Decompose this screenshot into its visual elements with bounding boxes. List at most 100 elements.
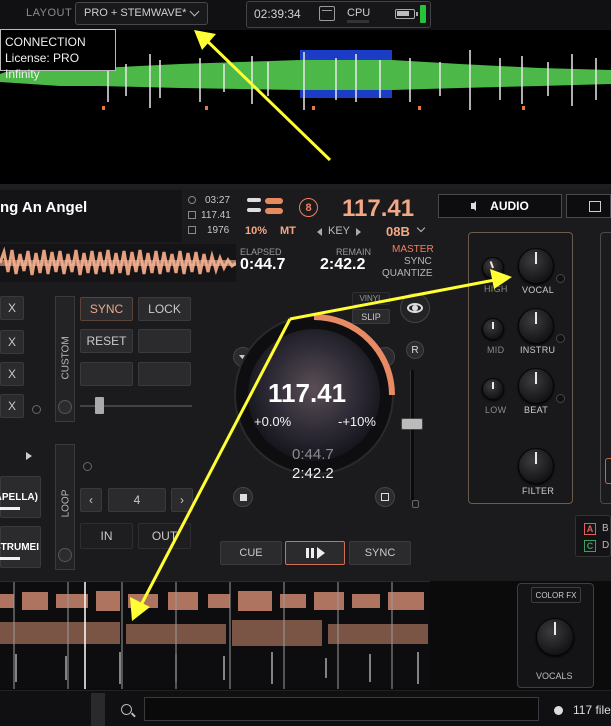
play-arrow-icon[interactable]: [26, 452, 32, 460]
vocal-mute[interactable]: [556, 274, 565, 283]
cue-button[interactable]: CUE: [220, 541, 282, 565]
instru-label: INSTRU: [520, 345, 556, 355]
tab-video[interactable]: [566, 194, 611, 218]
sync-mode-button[interactable]: SYNC: [404, 256, 432, 267]
hotcue-clear-button-1[interactable]: X: [0, 296, 24, 320]
custom-toggle[interactable]: [58, 400, 72, 414]
key-up-icon[interactable]: [356, 228, 361, 236]
calendar-icon[interactable]: [319, 6, 335, 21]
play-pause-button[interactable]: [285, 541, 345, 565]
cpu-label: CPU: [347, 7, 371, 19]
deck-bpm: 117.41: [342, 195, 415, 222]
stop-button[interactable]: [233, 487, 253, 507]
empty-button-3[interactable]: [138, 362, 191, 386]
hotcue-clear-button-3[interactable]: X: [0, 362, 24, 386]
scrolling-waveform[interactable]: [0, 581, 430, 689]
key-down-icon[interactable]: [317, 228, 322, 236]
jog-pitch: +0.0%: [254, 414, 292, 429]
beat-mute[interactable]: [556, 394, 565, 403]
pitch-fader-handle[interactable]: [401, 418, 423, 430]
battery-icon: [395, 9, 418, 19]
deck-toggle-group[interactable]: [247, 198, 285, 214]
pitch-fader-track[interactable]: [410, 370, 414, 500]
master-button[interactable]: MASTER: [392, 244, 434, 255]
browser-sidebar-toggle[interactable]: [91, 693, 105, 726]
sync-button[interactable]: SYNC: [80, 297, 133, 321]
year-icon: [188, 226, 196, 234]
loop-halve-button[interactable]: ‹: [80, 488, 102, 512]
deck-d-label[interactable]: D: [602, 540, 609, 551]
toggle-bar-3: [247, 208, 261, 212]
hotcue-clear-button-2[interactable]: X: [0, 330, 24, 354]
instru-mute[interactable]: [556, 334, 565, 343]
remain-time[interactable]: 2:42.2: [320, 256, 365, 274]
search-input[interactable]: [144, 697, 539, 721]
loop-double-button[interactable]: ›: [171, 488, 193, 512]
tab-audio[interactable]: AUDIO: [438, 194, 562, 218]
tooltip-title: CONNECTION: [5, 35, 86, 49]
layout-dropdown[interactable]: PRO + STEMWAVE*: [75, 2, 208, 25]
instrumental-label: STRUMEI: [0, 541, 39, 553]
master-tempo-toggle[interactable]: MT: [280, 225, 296, 237]
view-toggle-button[interactable]: [400, 293, 430, 323]
acapella-button[interactable]: APELLA): [0, 476, 41, 518]
loop-size[interactable]: 4: [108, 488, 166, 512]
color-fx-knob[interactable]: [536, 618, 574, 656]
transport-sync-button[interactable]: SYNC: [349, 541, 411, 565]
high-label: HIGH: [484, 284, 508, 294]
deck-number-badge[interactable]: 8: [299, 198, 318, 217]
clock-icon: [188, 196, 196, 204]
lock-icon[interactable]: [412, 500, 419, 508]
stop-icon: [240, 494, 247, 501]
deck-a-badge[interactable]: A: [584, 523, 596, 535]
deck-c-badge[interactable]: C: [584, 540, 596, 552]
toggle-bar-4: [265, 208, 283, 214]
layout-label: LAYOUT: [26, 7, 73, 19]
mid-knob[interactable]: [482, 318, 504, 340]
deck-b-label[interactable]: B: [602, 523, 609, 534]
empty-button-2[interactable]: [80, 362, 133, 386]
loop-toggle[interactable]: [58, 548, 72, 562]
loop-in-button[interactable]: IN: [80, 523, 133, 549]
filter-label: FILTER: [522, 486, 555, 496]
lock-button[interactable]: LOCK: [138, 297, 191, 321]
low-knob[interactable]: [482, 378, 504, 400]
stem-lane-2: [0, 620, 428, 646]
vocal-label: VOCAL: [522, 285, 555, 295]
jog-bpm: 117.41: [268, 378, 347, 408]
acapella-label: APELLA): [0, 491, 38, 503]
filter-knob[interactable]: [518, 448, 554, 484]
eye-icon: [407, 303, 423, 313]
vinyl-button[interactable]: VINYL: [352, 292, 390, 305]
reset-button[interactable]: RESET: [80, 329, 133, 353]
color-fx-label[interactable]: COLOR FX: [531, 587, 581, 603]
slider-handle[interactable]: [95, 397, 104, 414]
hotcue-clear-button-4[interactable]: X: [0, 394, 24, 418]
vocal-knob[interactable]: [518, 248, 554, 284]
pitch-range[interactable]: 10%: [245, 225, 267, 237]
empty-button-1[interactable]: [138, 329, 191, 353]
scrolling-waveform-svg: [0, 582, 428, 689]
high-knob[interactable]: [482, 257, 504, 279]
cpu-meter: [347, 20, 369, 23]
tab-audio-label: AUDIO: [490, 199, 529, 213]
track-year: 1976: [207, 225, 230, 236]
play-icon: [316, 547, 325, 559]
instru-knob[interactable]: [518, 308, 554, 344]
search-icon[interactable]: [121, 704, 132, 715]
elapsed-time[interactable]: 0:44.7: [240, 256, 285, 274]
side-panel-button[interactable]: [605, 458, 611, 484]
quantize-button[interactable]: QUANTIZE: [382, 268, 433, 279]
mid-label: MID: [487, 345, 505, 355]
custom-label: CUSTOM: [60, 336, 72, 380]
mini-waveform[interactable]: [0, 244, 237, 282]
speaker-cone: [471, 201, 477, 211]
loop-out-button[interactable]: OUT: [138, 523, 191, 549]
reverse-button[interactable]: R: [406, 341, 424, 359]
duplicate-button[interactable]: [375, 487, 395, 507]
track-title: ng An Angel: [0, 199, 88, 216]
connection-indicator[interactable]: [420, 5, 426, 23]
color-fx-vocals-label: VOCALS: [536, 671, 573, 681]
beat-knob[interactable]: [518, 368, 554, 404]
instrumental-button[interactable]: STRUMEI: [0, 526, 41, 568]
